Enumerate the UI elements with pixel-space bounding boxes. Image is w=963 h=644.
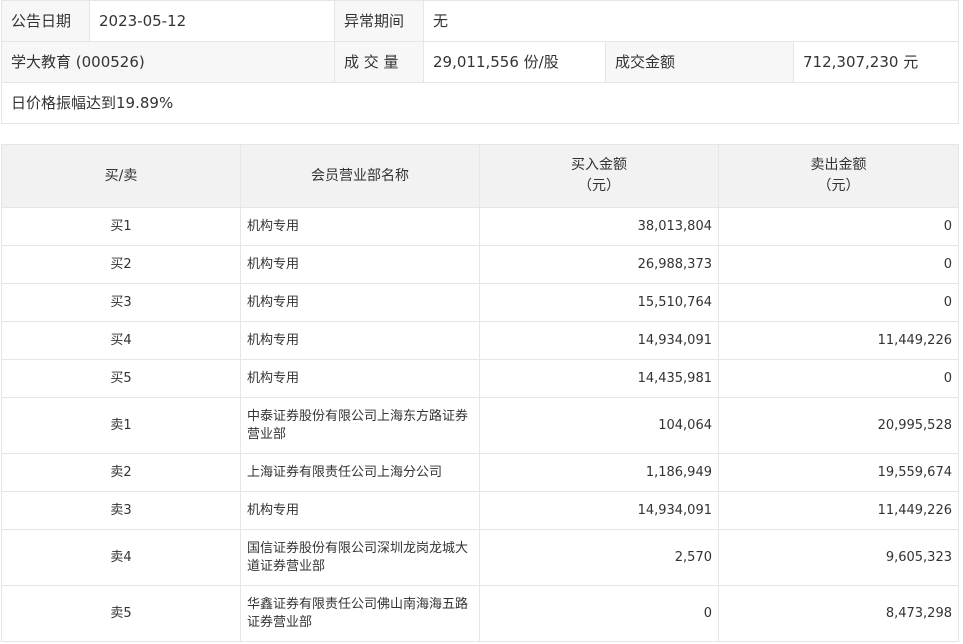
row-side: 买4 — [1, 321, 241, 360]
row-buy-amount: 0 — [479, 585, 719, 642]
row-side: 卖1 — [1, 397, 241, 454]
row-sell-amount: 11,449,226 — [718, 491, 959, 530]
summary-row-reason: 日价格振幅达到19.89% — [0, 82, 960, 124]
summary-row-trade: 学大教育 (000526) 成 交 量 29,011,556 份/股 成交金额 … — [1, 41, 960, 83]
row-sell-amount: 0 — [718, 283, 959, 322]
table-row: 卖1 中泰证券股份有限公司上海东方路证券营业部 104,064 20,995,5… — [1, 397, 959, 454]
row-sell-amount: 11,449,226 — [718, 321, 959, 360]
table-row: 卖5 华鑫证券有限责任公司佛山南海海五路证券营业部 0 8,473,298 — [1, 585, 959, 642]
table-row: 买3 机构专用 15,510,764 0 — [1, 283, 959, 322]
header-sell-amount-label: 卖出金额 — [810, 157, 867, 173]
row-side: 买1 — [1, 207, 241, 246]
row-branch: 机构专用 — [240, 283, 480, 322]
table-row: 买2 机构专用 26,988,373 0 — [1, 245, 959, 284]
row-branch: 机构专用 — [240, 207, 480, 246]
row-sell-amount: 0 — [718, 245, 959, 284]
row-branch: 中泰证券股份有限公司上海东方路证券营业部 — [240, 397, 480, 454]
header-sell-amount: 卖出金额 （元） — [718, 144, 959, 208]
table-header-row: 买/卖 会员营业部名称 买入金额 （元） 卖出金额 （元） — [1, 144, 959, 208]
row-buy-amount: 2,570 — [479, 529, 719, 586]
row-buy-amount: 26,988,373 — [479, 245, 719, 284]
table-row: 买4 机构专用 14,934,091 11,449,226 — [1, 321, 959, 360]
table-row: 买5 机构专用 14,435,981 0 — [1, 359, 959, 398]
row-buy-amount: 104,064 — [479, 397, 719, 454]
row-branch: 机构专用 — [240, 245, 480, 284]
turnover-label: 成交金额 — [605, 41, 794, 83]
row-side: 买2 — [1, 245, 241, 284]
summary-row-date: 公告日期 2023-05-12 异常期间 无 — [1, 0, 960, 42]
row-side: 卖5 — [1, 585, 241, 642]
announce-date-label: 公告日期 — [1, 0, 90, 42]
trading-detail-table: 买/卖 会员营业部名称 买入金额 （元） 卖出金额 （元） 买1 机构专用 38… — [1, 144, 959, 642]
row-sell-amount: 9,605,323 — [718, 529, 959, 586]
row-side: 卖2 — [1, 453, 241, 492]
volume-label: 成 交 量 — [334, 41, 424, 83]
row-sell-amount: 0 — [718, 359, 959, 398]
row-side: 买3 — [1, 283, 241, 322]
table-row: 卖2 上海证券有限责任公司上海分公司 1,186,949 19,559,674 — [1, 453, 959, 492]
header-side: 买/卖 — [1, 144, 241, 208]
row-branch: 国信证券股份有限公司深圳龙岗龙城大道证券营业部 — [240, 529, 480, 586]
row-branch: 机构专用 — [240, 321, 480, 360]
abnormal-period-label: 异常期间 — [334, 0, 424, 42]
row-buy-amount: 14,934,091 — [479, 491, 719, 530]
row-branch: 华鑫证券有限责任公司佛山南海海五路证券营业部 — [240, 585, 480, 642]
row-side: 买5 — [1, 359, 241, 398]
header-sell-amount-unit: （元） — [817, 178, 860, 194]
row-branch: 机构专用 — [240, 491, 480, 530]
row-buy-amount: 14,435,981 — [479, 359, 719, 398]
row-branch: 上海证券有限责任公司上海分公司 — [240, 453, 480, 492]
table-row: 买1 机构专用 38,013,804 0 — [1, 207, 959, 246]
table-row: 卖3 机构专用 14,934,091 11,449,226 — [1, 491, 959, 530]
row-buy-amount: 14,934,091 — [479, 321, 719, 360]
summary-table: 公告日期 2023-05-12 异常期间 无 学大教育 (000526) 成 交… — [0, 0, 960, 124]
row-buy-amount: 1,186,949 — [479, 453, 719, 492]
volume-value: 29,011,556 份/股 — [423, 41, 606, 83]
row-buy-amount: 15,510,764 — [479, 283, 719, 322]
header-buy-amount-unit: （元） — [578, 178, 620, 194]
header-buy-amount: 买入金额 （元） — [479, 144, 719, 208]
stock-name: 学大教育 (000526) — [1, 41, 335, 83]
row-sell-amount: 20,995,528 — [718, 397, 959, 454]
listing-reason: 日价格振幅达到19.89% — [0, 82, 960, 124]
row-branch: 机构专用 — [240, 359, 480, 398]
header-buy-amount-label: 买入金额 — [571, 157, 627, 173]
header-branch: 会员营业部名称 — [240, 144, 480, 208]
row-buy-amount: 38,013,804 — [479, 207, 719, 246]
row-sell-amount: 8,473,298 — [718, 585, 959, 642]
turnover-value: 712,307,230 元 — [792, 41, 960, 83]
row-sell-amount: 0 — [718, 207, 959, 246]
abnormal-period-value: 无 — [422, 0, 960, 42]
row-sell-amount: 19,559,674 — [718, 453, 959, 492]
row-side: 卖4 — [1, 529, 241, 586]
row-side: 卖3 — [1, 491, 241, 530]
table-row: 卖4 国信证券股份有限公司深圳龙岗龙城大道证券营业部 2,570 9,605,3… — [1, 529, 959, 586]
announce-date-value: 2023-05-12 — [89, 0, 335, 42]
